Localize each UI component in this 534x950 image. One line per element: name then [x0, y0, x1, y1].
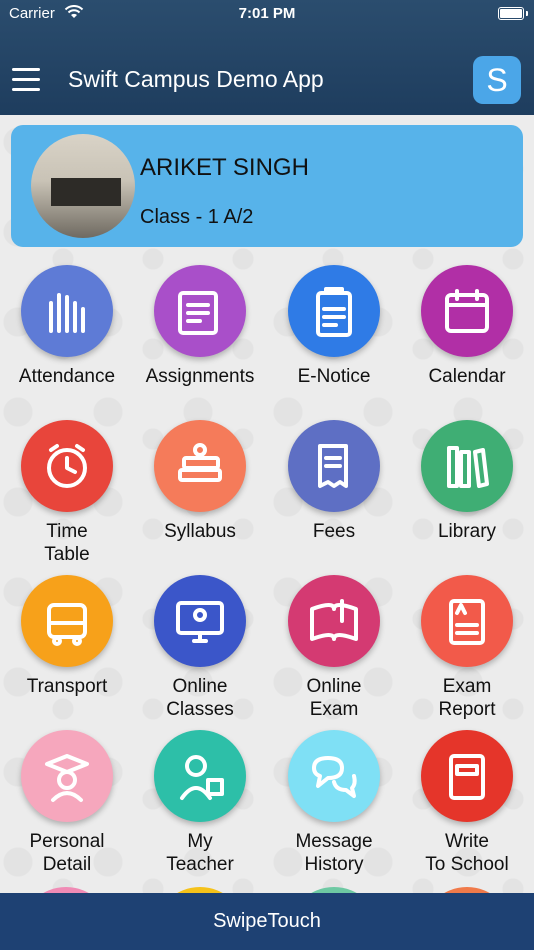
- menu-item-label: E-Notice: [297, 366, 371, 387]
- menu-item-personal-detail[interactable]: Personal Detail: [0, 730, 134, 876]
- menu-item-write-to-school[interactable]: Write To School: [400, 730, 534, 876]
- app-header: Carrier 7:01 PM Swift Campus Demo App S: [0, 0, 534, 115]
- dashboard-content[interactable]: ARIKET SINGH Class - 1 A/2 Attendance Ass…: [0, 115, 534, 893]
- menu-item-label: Online Classes: [166, 676, 234, 720]
- menu-item-label: Attendance: [18, 366, 116, 387]
- profile-card[interactable]: ARIKET SINGH Class - 1 A/2: [11, 125, 523, 247]
- menu-item-label: Fees: [312, 521, 356, 542]
- menu-item-label: Transport: [26, 676, 108, 697]
- menu-item-e-notice[interactable]: E-Notice: [267, 265, 401, 388]
- menu-item-assignments[interactable]: Assignments: [133, 265, 267, 388]
- menu-item-label: Exam Report: [438, 676, 496, 720]
- status-bar: Carrier 7:01 PM: [0, 0, 534, 30]
- menu-item-label: Library: [437, 521, 497, 542]
- student-avatar: [31, 134, 135, 238]
- hamburger-menu-button[interactable]: [12, 66, 42, 94]
- books-icon: [421, 420, 513, 512]
- online-exam-icon: [288, 575, 380, 667]
- calendar-icon: [421, 265, 513, 357]
- menu-item-label: Message History: [295, 831, 373, 875]
- student-name: ARIKET SINGH: [140, 154, 309, 181]
- menu-item-label: Assignments: [145, 366, 255, 387]
- exam-report-icon: [421, 575, 513, 667]
- notebook-pencil-icon: [154, 265, 246, 357]
- menu-item-label: My Teacher: [166, 831, 234, 875]
- menu-item-time-table[interactable]: Time Table: [0, 420, 134, 566]
- menu-item-label: Syllabus: [164, 521, 236, 542]
- menu-item-fees[interactable]: Fees: [267, 420, 401, 543]
- fee-receipt-icon: [288, 420, 380, 512]
- menu-item-online-exam[interactable]: Online Exam: [267, 575, 401, 721]
- menu-item-transport[interactable]: Transport: [0, 575, 134, 698]
- menu-item-online-classes[interactable]: Online Classes: [133, 575, 267, 721]
- alarm-clock-icon: [21, 420, 113, 512]
- menu-item-label: Online Exam: [306, 676, 362, 720]
- menu-item-label: Time Table: [44, 521, 90, 565]
- online-class-icon: [154, 575, 246, 667]
- teacher-icon: [154, 730, 246, 822]
- app-title: Swift Campus Demo App: [68, 66, 324, 92]
- book-stack-icon: [154, 420, 246, 512]
- raised-hands-icon: [21, 265, 113, 357]
- graduate-icon: [21, 730, 113, 822]
- clipboard-notice-icon: [288, 265, 380, 357]
- menu-item-library[interactable]: Library: [400, 420, 534, 543]
- chat-bubbles-icon: [288, 730, 380, 822]
- menu-item-calendar[interactable]: Calendar: [400, 265, 534, 388]
- clock-time: 7:01 PM: [238, 5, 296, 22]
- menu-item-label: Personal Detail: [29, 831, 105, 875]
- app-logo-button[interactable]: S: [473, 56, 521, 104]
- battery-icon: [498, 7, 524, 20]
- write-notebook-icon: [421, 730, 513, 822]
- menu-item-label: Calendar: [428, 366, 506, 387]
- menu-item-my-teacher[interactable]: My Teacher: [133, 730, 267, 876]
- bus-icon: [21, 575, 113, 667]
- swipetouch-bar[interactable]: SwipeTouch: [0, 893, 534, 950]
- student-class: Class - 1 A/2: [140, 206, 254, 228]
- logo-letter: S: [486, 62, 508, 98]
- menu-item-attendance[interactable]: Attendance: [0, 265, 134, 388]
- menu-item-syllabus[interactable]: Syllabus: [133, 420, 267, 543]
- menu-item-exam-report[interactable]: Exam Report: [400, 575, 534, 721]
- battery-nub: [526, 11, 528, 16]
- menu-item-message-history[interactable]: Message History: [267, 730, 401, 876]
- menu-item-label: Write To School: [425, 831, 509, 875]
